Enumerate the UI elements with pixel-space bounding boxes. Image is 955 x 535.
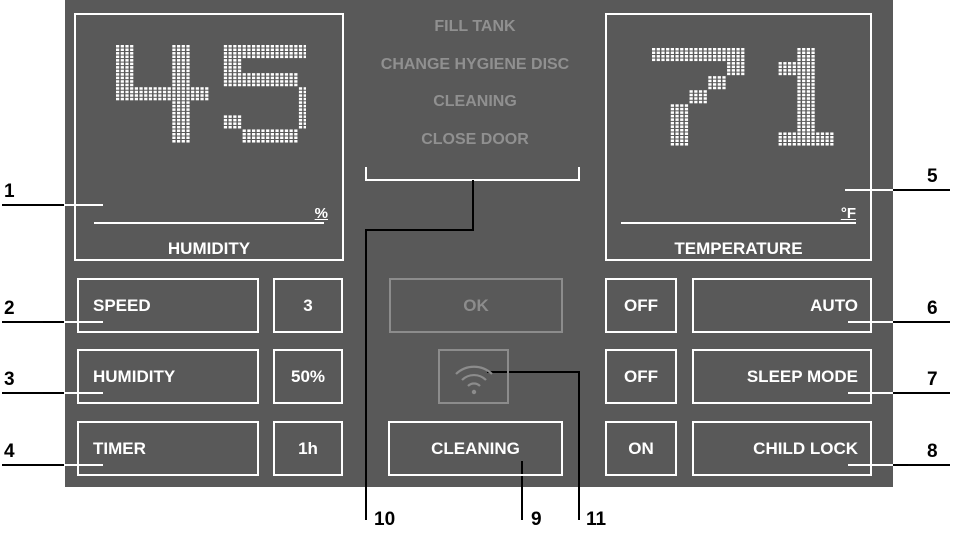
callout-11: 11 (586, 509, 607, 530)
callout-3: 3 (4, 369, 15, 390)
callout-4: 4 (4, 441, 15, 462)
callout-2: 2 (4, 298, 15, 319)
callout-6: 6 (927, 298, 938, 319)
callout-1: 1 (4, 181, 15, 202)
callout-8: 8 (927, 441, 938, 462)
callout-9: 9 (531, 509, 542, 530)
callout-10: 10 (374, 509, 396, 530)
callout-7: 7 (927, 369, 938, 390)
callout-leaders (2, 189, 950, 466)
callout-5: 5 (927, 166, 938, 187)
